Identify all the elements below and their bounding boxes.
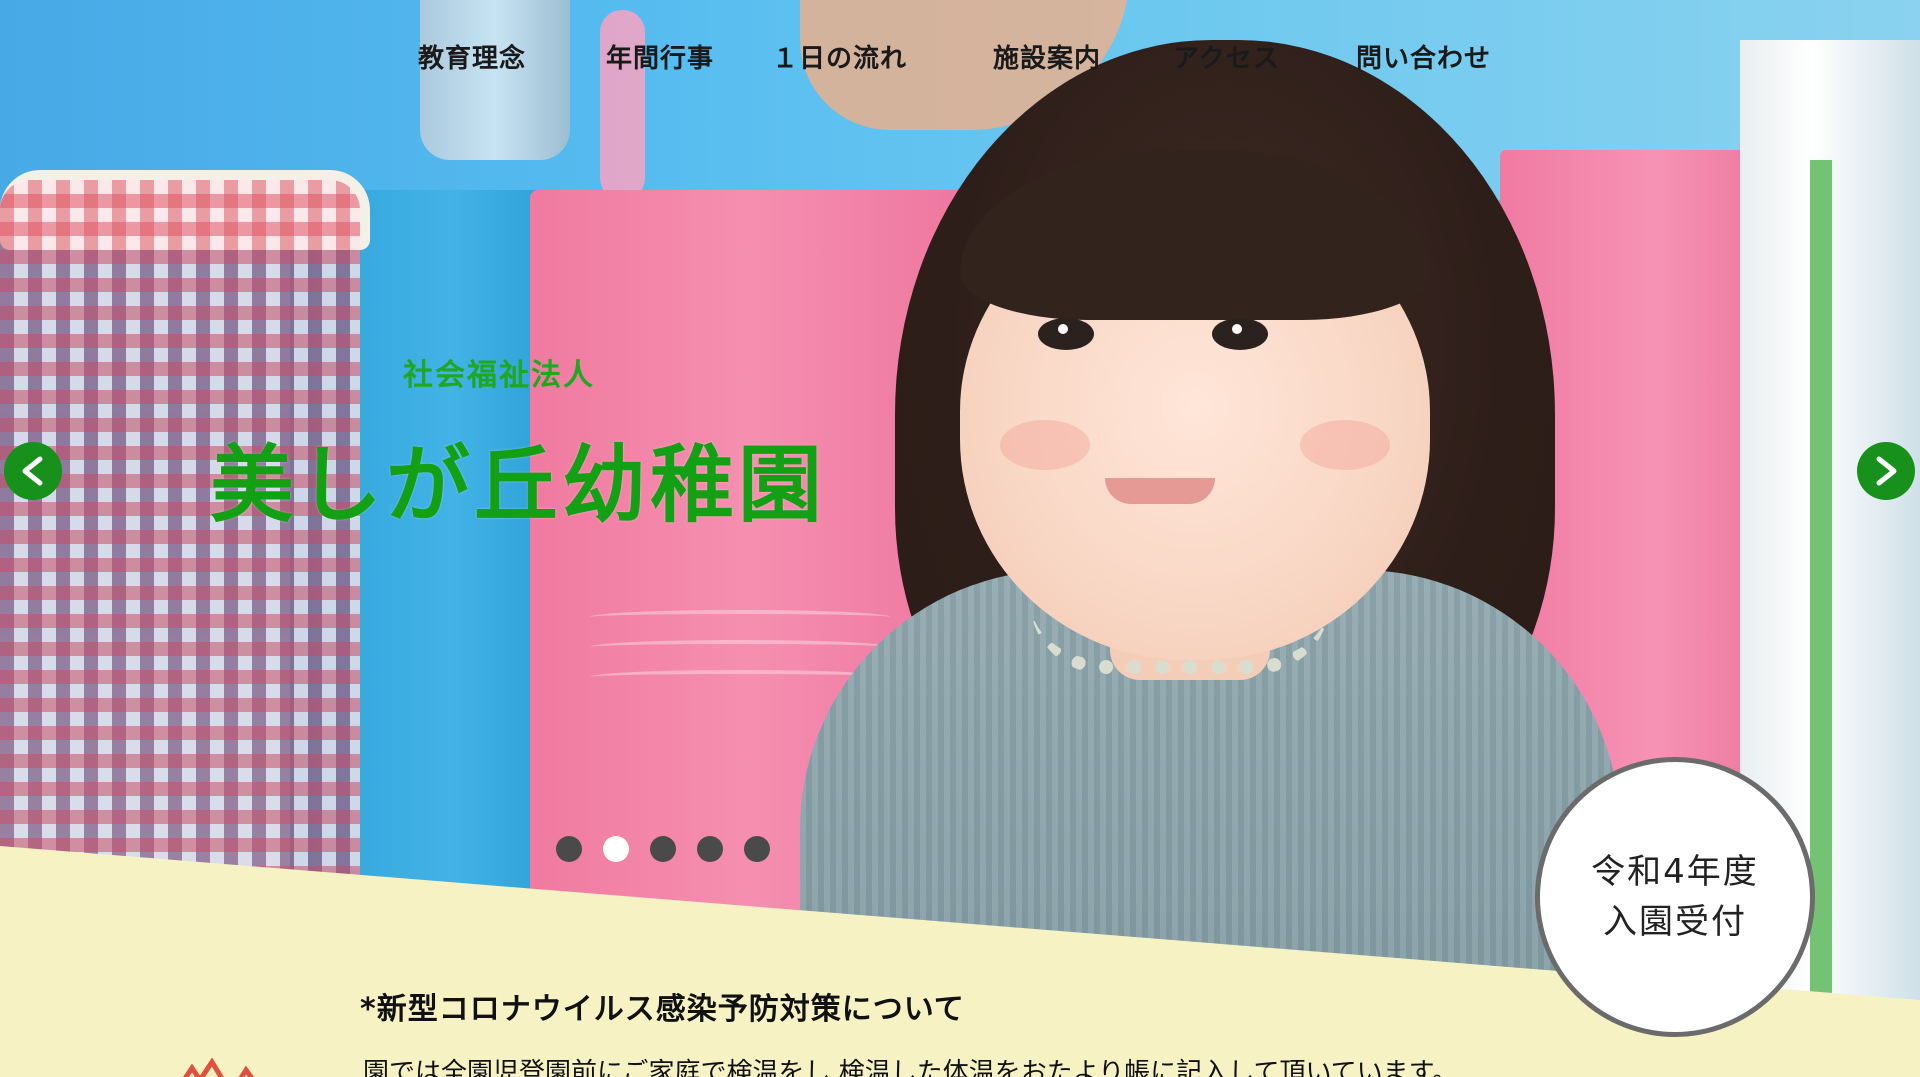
chevron-left-icon: [22, 456, 43, 486]
hero-shelf-stripe: [1810, 160, 1832, 1000]
admission-badge-label: 入園受付: [1603, 902, 1747, 942]
notice-body: 園では全園児登園前にご家庭で検温をし,検温した体温をおたより帳に記入して頂いてい…: [363, 1058, 1459, 1077]
girl-eye: [1212, 318, 1268, 350]
slider-dot-active[interactable]: [603, 836, 629, 862]
locker-groove: [590, 610, 890, 624]
main-nav: 教育理念 年間行事 １日の流れ 施設案内 アクセス 問い合わせ: [0, 38, 1920, 88]
slider-prev-button[interactable]: [4, 442, 62, 500]
nav-item-annual-events[interactable]: 年間行事: [606, 38, 714, 75]
slider-next-button[interactable]: [1857, 442, 1915, 500]
organization-type: 社会福祉法人: [403, 358, 595, 393]
site-title: 美しが丘幼稚園: [210, 436, 827, 534]
slider-dot[interactable]: [744, 836, 770, 862]
decoration-icon: [182, 1058, 255, 1077]
admission-badge-year: 令和4年度: [1591, 852, 1759, 892]
nav-item-facilities[interactable]: 施設案内: [993, 38, 1101, 75]
girl-cheek: [1300, 420, 1390, 470]
nav-item-daily-schedule[interactable]: １日の流れ: [772, 38, 907, 75]
page: 教育理念 年間行事 １日の流れ 施設案内 アクセス 問い合わせ 社会福祉法人 美…: [0, 0, 1920, 1077]
slider-dot[interactable]: [650, 836, 676, 862]
locker-groove: [590, 640, 890, 654]
nav-item-contact[interactable]: 問い合わせ: [1356, 38, 1491, 75]
girl-eye: [1038, 318, 1094, 350]
admission-badge-button[interactable]: 令和4年度 入園受付: [1535, 757, 1815, 1037]
nav-item-philosophy[interactable]: 教育理念: [418, 38, 526, 75]
girl-mouth: [1105, 478, 1215, 504]
nav-item-access[interactable]: アクセス: [1173, 38, 1280, 75]
slider-dot[interactable]: [556, 836, 582, 862]
girl-cheek: [1000, 420, 1090, 470]
chevron-right-icon: [1876, 456, 1897, 486]
girl-collar-lace: [1030, 600, 1330, 674]
notice-title: *新型コロナウイルス感染予防対策について: [360, 992, 965, 1027]
slider-dot[interactable]: [697, 836, 723, 862]
